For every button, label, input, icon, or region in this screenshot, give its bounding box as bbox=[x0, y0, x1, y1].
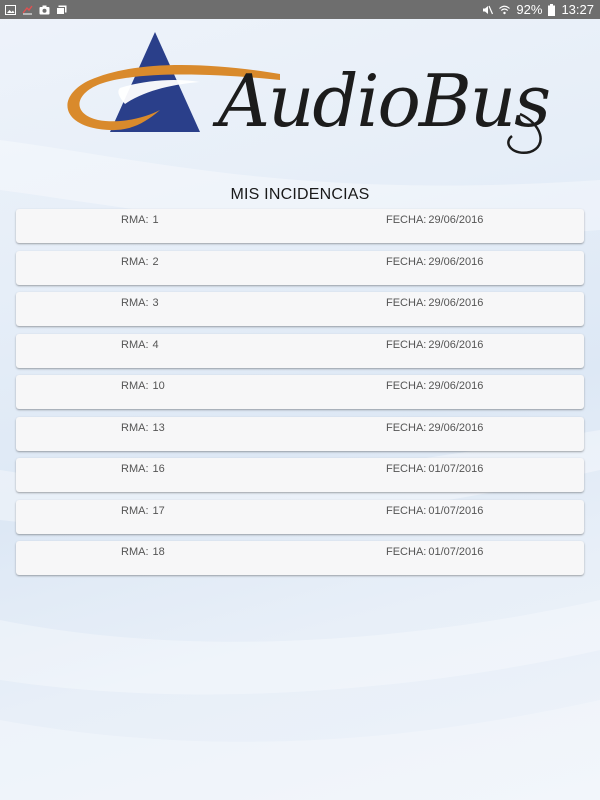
fecha-label: FECHA: bbox=[386, 297, 427, 309]
rma-field: RMA: 4 bbox=[121, 339, 159, 351]
rma-label: RMA: bbox=[121, 380, 149, 392]
fecha-value: 01/07/2016 bbox=[428, 463, 484, 475]
status-left-icons bbox=[5, 4, 67, 15]
fecha-field: FECHA: 01/07/2016 bbox=[386, 546, 483, 558]
rma-value: 16 bbox=[152, 463, 165, 475]
rma-field: RMA: 10 bbox=[121, 380, 165, 392]
fecha-label: FECHA: bbox=[386, 255, 427, 268]
logo-wordmark: AudioBus bbox=[212, 59, 549, 143]
rma-label: RMA: bbox=[121, 463, 149, 475]
incidencia-item[interactable]: RMA: 18 FECHA: 01/07/2016 bbox=[16, 541, 584, 575]
rma-field: RMA: 18 bbox=[121, 546, 165, 558]
rma-value: 10 bbox=[152, 380, 165, 392]
fecha-label: FECHA: bbox=[386, 214, 427, 226]
fecha-label: FECHA: bbox=[386, 338, 427, 351]
rma-label: RMA: bbox=[121, 214, 149, 226]
fecha-value: 01/07/2016 bbox=[428, 504, 484, 517]
rma-label: RMA: bbox=[121, 546, 149, 558]
page-title: MIS INCIDENCIAS bbox=[230, 186, 370, 203]
incidencia-item[interactable]: RMA: 16 FECHA: 01/07/2016 bbox=[16, 458, 584, 492]
missed-call-icon bbox=[22, 5, 33, 14]
rma-label: RMA: bbox=[121, 297, 149, 309]
rma-label: RMA: bbox=[121, 255, 149, 268]
fecha-value: 29/06/2016 bbox=[428, 297, 484, 309]
battery-icon bbox=[548, 3, 556, 16]
rma-field: RMA: 2 bbox=[121, 256, 159, 268]
camera-icon bbox=[39, 5, 50, 14]
mute-icon bbox=[483, 5, 494, 14]
fecha-label: FECHA: bbox=[386, 421, 427, 434]
gallery-icon bbox=[5, 4, 16, 15]
fecha-value: 29/06/2016 bbox=[428, 214, 484, 226]
wifi-icon bbox=[499, 5, 511, 14]
rma-value: 18 bbox=[152, 546, 165, 558]
incidencia-item[interactable]: RMA: 4 FECHA: 29/06/2016 bbox=[16, 333, 584, 368]
fecha-value: 29/06/2016 bbox=[428, 380, 484, 392]
fecha-label: FECHA: bbox=[386, 380, 427, 392]
fecha-value: 29/06/2016 bbox=[428, 421, 484, 434]
fecha-field: FECHA: 29/06/2016 bbox=[386, 380, 483, 392]
battery-percent: 92% bbox=[516, 2, 543, 17]
rma-value: 17 bbox=[152, 504, 165, 517]
fecha-value: 01/07/2016 bbox=[428, 546, 484, 558]
incidencia-item[interactable]: RMA: 3 FECHA: 29/06/2016 bbox=[16, 292, 584, 326]
rma-label: RMA: bbox=[121, 338, 149, 351]
rma-field: RMA: 13 bbox=[121, 422, 165, 434]
rma-value: 3 bbox=[152, 297, 159, 309]
clock: 13:27 bbox=[561, 2, 594, 17]
fecha-label: FECHA: bbox=[386, 463, 427, 475]
rma-label: RMA: bbox=[121, 421, 149, 434]
rma-field: RMA: 16 bbox=[121, 463, 165, 475]
fecha-field: FECHA: 29/06/2016 bbox=[386, 297, 483, 309]
fecha-value: 29/06/2016 bbox=[428, 338, 484, 351]
incidencia-item[interactable]: RMA: 2 FECHA: 29/06/2016 bbox=[16, 250, 584, 285]
fecha-field: FECHA: 01/07/2016 bbox=[386, 463, 483, 475]
incidencia-item[interactable]: RMA: 10 FECHA: 29/06/2016 bbox=[16, 375, 584, 409]
fecha-field: FECHA: 01/07/2016 bbox=[386, 505, 483, 517]
incidencia-item[interactable]: RMA: 17 FECHA: 01/07/2016 bbox=[16, 499, 584, 534]
rma-label: RMA: bbox=[121, 504, 149, 517]
status-bar: 92% 13:27 bbox=[0, 0, 600, 19]
audiobus-logo: AudioBus bbox=[67, 32, 550, 155]
rma-value: 13 bbox=[152, 421, 165, 434]
rma-value: 1 bbox=[152, 214, 159, 226]
incidencia-item[interactable]: RMA: 13 FECHA: 29/06/2016 bbox=[16, 416, 584, 451]
rma-value: 4 bbox=[152, 338, 159, 351]
fecha-field: FECHA: 29/06/2016 bbox=[386, 422, 483, 434]
rma-field: RMA: 1 bbox=[121, 214, 159, 226]
status-right-icons: 92% 13:27 bbox=[482, 2, 594, 17]
fecha-field: FECHA: 29/06/2016 bbox=[386, 256, 483, 268]
rma-value: 2 bbox=[152, 255, 159, 268]
incidencias-list: RMA: 1 FECHA: 29/06/2016 RMA: 2 FECHA: 29/06/20… bbox=[16, 209, 584, 583]
photos-icon bbox=[56, 5, 67, 15]
fecha-label: FECHA: bbox=[386, 504, 427, 517]
fecha-label: FECHA: bbox=[386, 546, 427, 558]
fecha-value: 29/06/2016 bbox=[428, 255, 484, 268]
fecha-field: FECHA: 29/06/2016 bbox=[386, 339, 483, 351]
fecha-field: FECHA: 29/06/2016 bbox=[386, 214, 483, 226]
incidencia-item[interactable]: RMA: 1 FECHA: 29/06/2016 bbox=[16, 209, 584, 243]
rma-field: RMA: 17 bbox=[121, 505, 165, 517]
rma-field: RMA: 3 bbox=[121, 297, 159, 309]
